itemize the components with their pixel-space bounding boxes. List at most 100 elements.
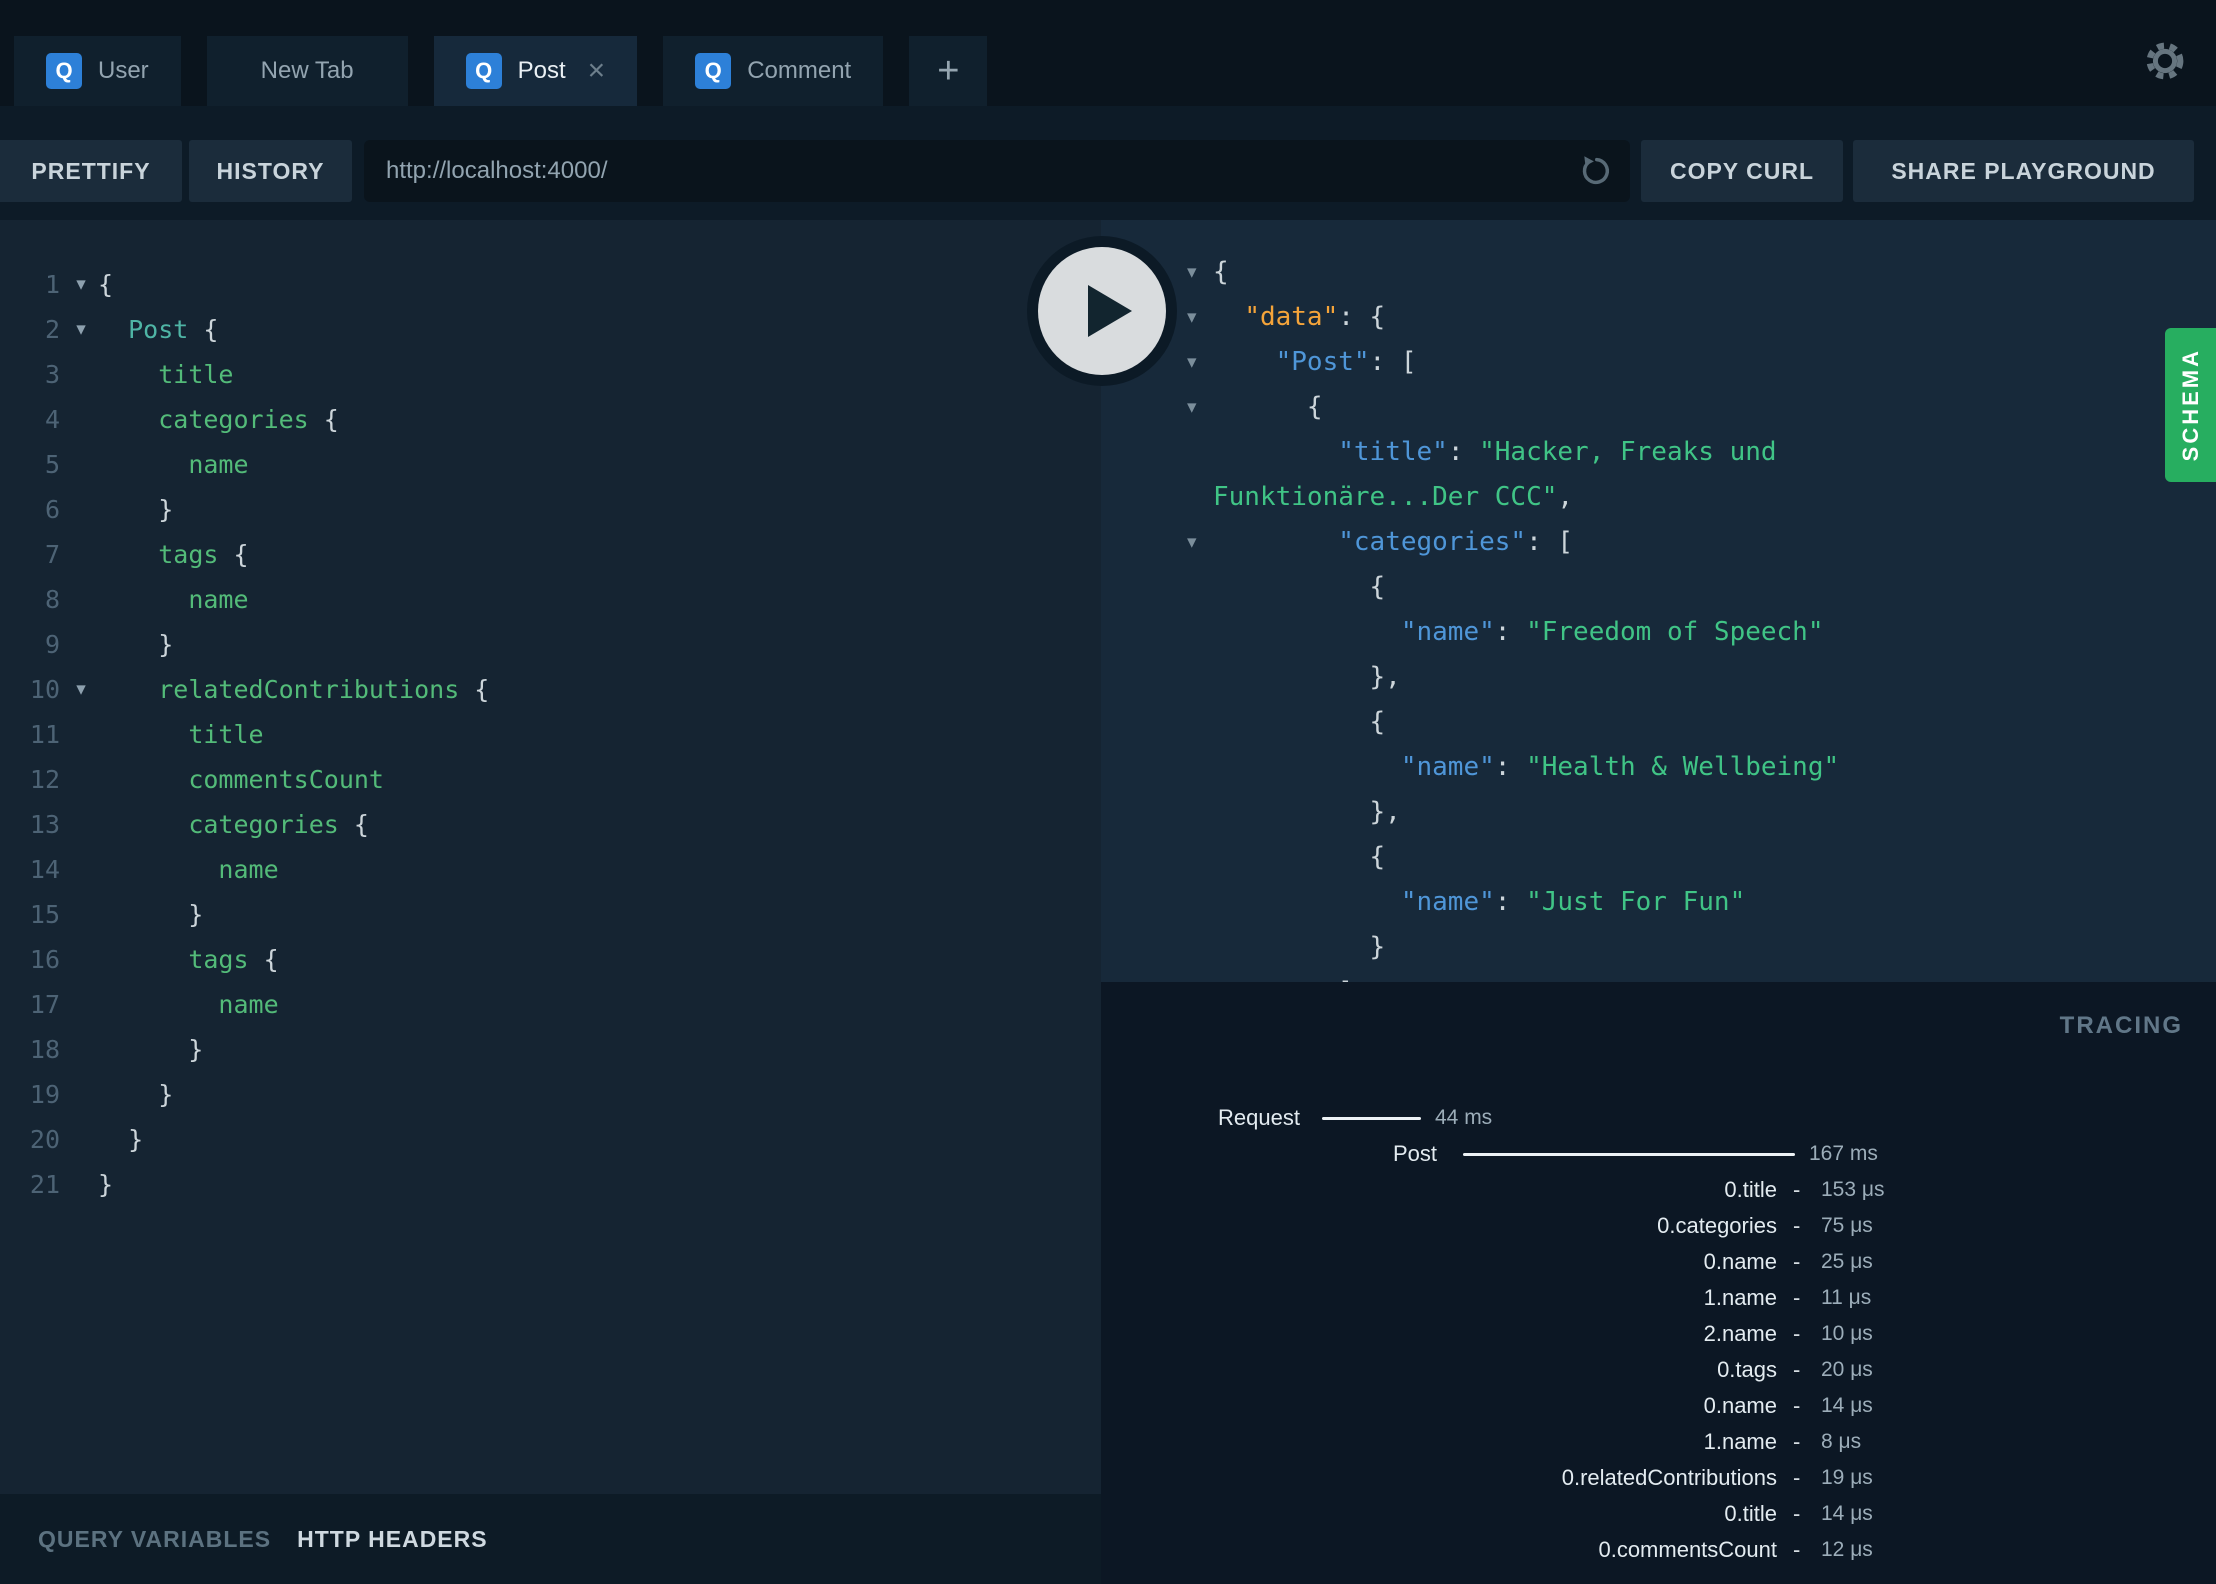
editor-line[interactable]: 17 name	[0, 982, 1101, 1027]
code-text: name	[98, 982, 278, 1027]
settings-gear-icon[interactable]	[2142, 38, 2188, 84]
line-number: 21	[29, 1170, 60, 1199]
response-line: "title": "Hacker, Freaks und	[1101, 430, 2216, 475]
field-token: tags	[158, 540, 219, 569]
query-editor-pane[interactable]: 1 ▾{2 ▾ Post {3 title 4 categories {5 name 6…	[0, 220, 1101, 1494]
editor-line[interactable]: 16 tags {	[0, 937, 1101, 982]
plus-icon: +	[937, 49, 960, 92]
json-key-token: "name"	[1400, 887, 1495, 917]
code-text: ]	[1213, 970, 1354, 982]
query-editor-lines: 1 ▾{2 ▾ Post {3 title 4 categories {5 name 6…	[0, 220, 1101, 1207]
field-token: Post	[128, 315, 189, 344]
tab-label: Comment	[747, 57, 852, 84]
tracing-resolver-label: Post	[1392, 1141, 1437, 1166]
line-number: 3	[44, 360, 60, 389]
history-button[interactable]: HISTORY	[189, 140, 352, 202]
editor-line[interactable]: 4 categories {	[0, 397, 1101, 442]
punctuation-token	[1213, 617, 1401, 647]
tracing-duration-dash: -	[1793, 1357, 1801, 1382]
execute-query-button[interactable]	[1038, 247, 1166, 375]
tracing-duration-value: 167 ms	[1809, 1142, 1878, 1165]
editor-line[interactable]: 9 }	[0, 622, 1101, 667]
tracing-duration-dash: -	[1793, 1177, 1801, 1202]
field-token: relatedContributions	[158, 675, 460, 704]
collapse-arrow-icon[interactable]: ▾	[1187, 295, 1213, 340]
punctuation-token	[98, 945, 188, 974]
punctuation-token: {	[248, 945, 279, 974]
line-number: 19	[29, 1080, 60, 1109]
fold-gutter	[64, 937, 98, 982]
collapse-arrow-icon[interactable]: ▾	[1187, 340, 1213, 385]
fold-arrow-icon[interactable]: ▾	[64, 262, 98, 307]
editor-line[interactable]: 2 ▾ Post {	[0, 307, 1101, 352]
tab-user[interactable]: Q User	[14, 36, 181, 106]
tracing-duration-value: 14 μs	[1821, 1502, 1873, 1525]
tracing-row: 0.title -153 μs	[1101, 1172, 2216, 1208]
copy-curl-button[interactable]: COPY CURL	[1641, 140, 1843, 202]
editor-line[interactable]: 19 }	[0, 1072, 1101, 1117]
schema-side-tab[interactable]: SCHEMA	[2165, 328, 2216, 482]
arrow-gutter	[1187, 610, 1213, 655]
editor-line[interactable]: 15 }	[0, 892, 1101, 937]
line-number: 5	[44, 450, 60, 479]
fold-gutter	[64, 847, 98, 892]
editor-line[interactable]: 6 }	[0, 487, 1101, 532]
tracing-resolver-label: 1.name	[1703, 1429, 1777, 1454]
fold-gutter	[64, 622, 98, 667]
editor-line[interactable]: 13 categories {	[0, 802, 1101, 847]
collapse-arrow-icon[interactable]: ▾	[1187, 250, 1213, 295]
editor-line[interactable]: 10 ▾ relatedContributions {	[0, 667, 1101, 712]
code-text: {	[1213, 565, 1386, 610]
punctuation-token: : [	[1369, 347, 1417, 377]
editor-line[interactable]: 21}	[0, 1162, 1101, 1207]
editor-line[interactable]: 11 title	[0, 712, 1101, 757]
tracing-duration-value: 75 μs	[1821, 1214, 1873, 1237]
punctuation-token: }	[98, 900, 204, 929]
editor-line[interactable]: 8 name	[0, 577, 1101, 622]
fold-arrow-icon[interactable]: ▾	[64, 307, 98, 352]
response-line: },	[1101, 655, 2216, 700]
http-headers-tab[interactable]: HTTP HEADERS	[297, 1526, 488, 1553]
response-lines: ▾{▾ "data": {▾ "Post": [▾ { "title": "Ha…	[1101, 220, 2216, 982]
punctuation-token: :	[1494, 617, 1527, 647]
tab-post[interactable]: Q Post ×	[433, 36, 638, 106]
add-tab-button[interactable]: +	[909, 36, 988, 106]
reload-icon[interactable]	[1578, 153, 1614, 189]
query-variables-tab[interactable]: QUERY VARIABLES	[38, 1526, 271, 1553]
collapse-arrow-icon[interactable]: ▾	[1187, 520, 1213, 565]
close-tab-icon[interactable]: ×	[588, 56, 606, 86]
editor-line[interactable]: 1 ▾{	[0, 262, 1101, 307]
endpoint-url-input[interactable]	[364, 140, 1630, 202]
editor-line[interactable]: 20 }	[0, 1117, 1101, 1162]
code-text: }	[98, 1162, 113, 1207]
share-playground-button[interactable]: SHARE PLAYGROUND	[1853, 140, 2194, 202]
punctuation-token: {	[1213, 842, 1386, 872]
punctuation-token	[98, 405, 158, 434]
tab-comment[interactable]: Q Comment	[663, 36, 884, 106]
response-line: ▾ "categories": [	[1101, 520, 2216, 565]
code-text: name	[98, 442, 248, 487]
endpoint-url-wrap	[364, 140, 1630, 202]
editor-line[interactable]: 12 commentsCount	[0, 757, 1101, 802]
collapse-arrow-icon[interactable]: ▾	[1187, 385, 1213, 430]
editor-line[interactable]: 18 }	[0, 1027, 1101, 1072]
fold-gutter	[64, 982, 98, 1027]
tab-bar: Q User New Tab Q Post × Q Comment +	[0, 0, 2216, 106]
prettify-button[interactable]: PRETTIFY	[0, 140, 182, 202]
fold-arrow-icon[interactable]: ▾	[64, 667, 98, 712]
code-text: Post {	[98, 307, 218, 352]
tracing-row: 1.name -8 μs	[1101, 1424, 2216, 1460]
editor-line[interactable]: 3 title	[0, 352, 1101, 397]
tab-new-tab[interactable]: New Tab	[206, 36, 408, 106]
tracing-resolver-label: 0.categories	[1657, 1213, 1777, 1238]
punctuation-token: {	[459, 675, 490, 704]
editor-line[interactable]: 5 name	[0, 442, 1101, 487]
tracing-duration-dash: -	[1793, 1249, 1801, 1274]
punctuation-token: :	[1494, 887, 1527, 917]
response-line: ▾ "Post": [	[1101, 340, 2216, 385]
field-token: title	[158, 360, 234, 389]
json-key-token: "name"	[1400, 617, 1495, 647]
editor-line[interactable]: 14 name	[0, 847, 1101, 892]
editor-line[interactable]: 7 tags {	[0, 532, 1101, 577]
editor-footer: QUERY VARIABLES HTTP HEADERS	[0, 1494, 1101, 1584]
